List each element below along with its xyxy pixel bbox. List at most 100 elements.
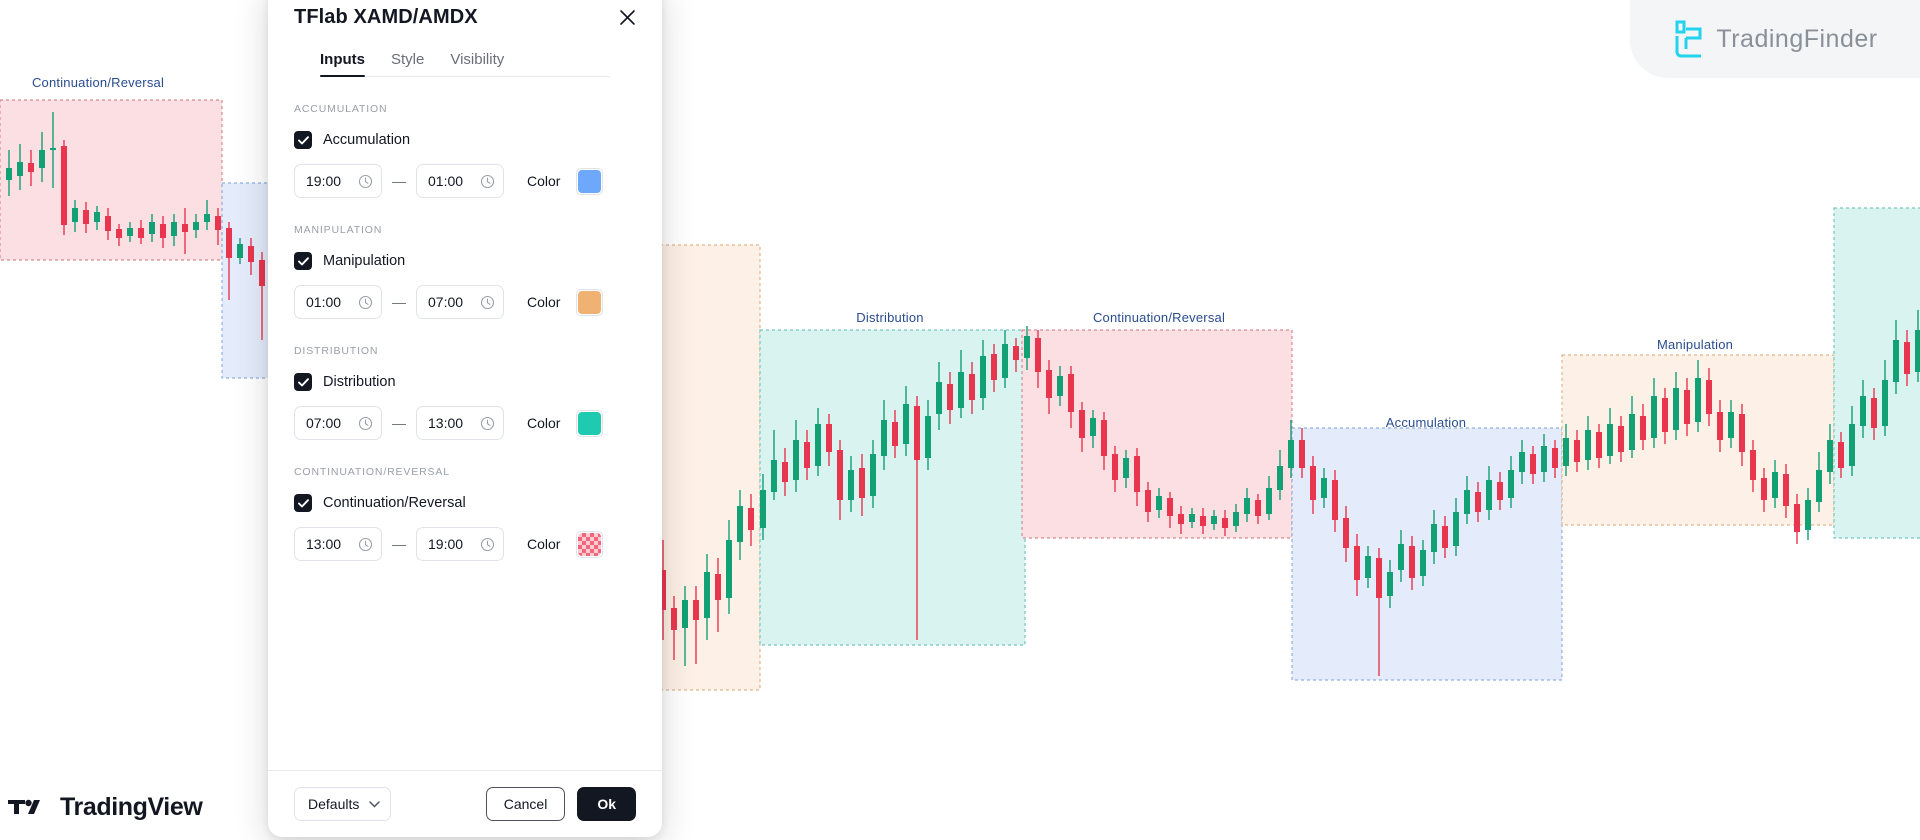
end-time-value-accumulation: 01:00 <box>428 173 464 189</box>
candle-body <box>1860 396 1866 426</box>
section-heading-distribution: DISTRIBUTION <box>294 345 379 357</box>
start-time-value-manipulation: 01:00 <box>306 294 342 310</box>
candle-body <box>1211 516 1217 524</box>
close-glyph <box>619 9 635 25</box>
zone-label: Distribution <box>856 310 924 325</box>
candle-body <box>1200 516 1206 526</box>
candle-body <box>969 374 975 400</box>
candle-body <box>1783 474 1789 506</box>
candle-body <box>237 244 243 258</box>
defaults-dropdown[interactable]: Defaults <box>294 787 392 821</box>
candle-body <box>1266 488 1272 514</box>
checkbox-distribution[interactable] <box>294 373 312 391</box>
checkbox-label-distribution: Distribution <box>323 374 396 390</box>
zone-label: Accumulation <box>1385 415 1467 430</box>
candle-body <box>1838 442 1844 468</box>
clock-icon <box>358 537 373 551</box>
candle-body <box>704 572 710 618</box>
clock-icon <box>480 295 495 309</box>
start-time-input-accumulation[interactable]: 19:00 <box>294 164 382 198</box>
candle-body <box>1717 412 1723 440</box>
candle-body <box>1431 524 1437 552</box>
candle-body <box>936 382 942 414</box>
candle-body <box>6 168 12 180</box>
candle-body <box>1244 498 1250 514</box>
candle-body <box>947 384 953 410</box>
session-zone[interactable] <box>0 99 223 261</box>
start-time-input-manipulation[interactable]: 01:00 <box>294 285 382 319</box>
candle-body <box>1772 472 1778 498</box>
checkbox-label-accumulation: Accumulation <box>323 132 411 148</box>
candle-body <box>1442 526 1448 548</box>
candle-body <box>1651 396 1657 438</box>
check-icon <box>297 256 309 265</box>
color-swatch-distribution[interactable] <box>576 409 604 437</box>
clock-icon <box>480 174 495 188</box>
candle-body <box>1321 478 1327 498</box>
candle-body <box>1585 430 1591 460</box>
checkbox-accumulation[interactable] <box>294 131 312 149</box>
start-time-value-accumulation: 19:00 <box>306 173 342 189</box>
dialog-title: TFlab XAMD/AMDX <box>294 6 478 28</box>
candle-body <box>1574 440 1580 462</box>
range-separator: — <box>392 536 406 552</box>
ok-button[interactable]: Ok <box>577 787 636 821</box>
end-time-input-manipulation[interactable]: 07:00 <box>416 285 504 319</box>
color-swatch-manipulation[interactable] <box>576 288 604 316</box>
checkbox-label-continuation-reversal: Continuation/Reversal <box>323 495 466 511</box>
checkbox-row-continuation-reversal: Continuation/Reversal <box>294 494 636 512</box>
close-icon[interactable] <box>614 4 640 30</box>
candle-body <box>1805 500 1811 530</box>
checkbox-manipulation[interactable] <box>294 252 312 270</box>
time-range-row-continuation-reversal: 13:00 — 19:00 Color <box>294 527 636 561</box>
color-label-accumulation: Color <box>527 173 561 189</box>
candle-body <box>1508 470 1514 498</box>
clock-icon <box>480 416 495 430</box>
check-icon <box>297 498 309 507</box>
checkbox-continuation-reversal[interactable] <box>294 494 312 512</box>
candle-body <box>1409 546 1415 578</box>
tab-style[interactable]: Style <box>391 51 424 77</box>
cancel-button[interactable]: Cancel <box>485 787 566 821</box>
candle-body <box>693 600 699 620</box>
candle-body <box>1024 336 1030 358</box>
candle-body <box>1343 518 1349 548</box>
candle-body <box>715 574 721 600</box>
candle-body <box>1002 344 1008 378</box>
tab-visibility[interactable]: Visibility <box>450 51 504 77</box>
checkbox-row-accumulation: Accumulation <box>294 131 636 149</box>
candle-body <box>1728 412 1734 438</box>
candle-body <box>1112 454 1118 480</box>
defaults-label: Defaults <box>308 796 360 812</box>
start-time-value-distribution: 07:00 <box>306 415 342 431</box>
candle-body <box>726 540 732 598</box>
candle-body <box>138 228 144 238</box>
section-heading-accumulation: ACCUMULATION <box>294 103 388 115</box>
end-time-value-distribution: 13:00 <box>428 415 464 431</box>
candle-body <box>815 424 821 466</box>
start-time-input-continuation-reversal[interactable]: 13:00 <box>294 527 382 561</box>
color-label-manipulation: Color <box>527 294 561 310</box>
chevron-down-icon <box>369 800 381 808</box>
candle-body <box>1310 466 1316 500</box>
candle-body <box>748 508 754 530</box>
candle-body <box>116 229 122 238</box>
candle-body <box>182 224 188 232</box>
tab-inputs[interactable]: Inputs <box>320 51 365 77</box>
tradingfinder-logo-icon <box>1675 20 1702 58</box>
end-time-value-continuation-reversal: 19:00 <box>428 536 464 552</box>
dialog-footer: Defaults Cancel Ok <box>268 770 662 837</box>
color-swatch-accumulation[interactable] <box>576 167 604 195</box>
candle-body <box>1068 374 1074 412</box>
end-time-input-distribution[interactable]: 13:00 <box>416 406 504 440</box>
start-time-value-continuation-reversal: 13:00 <box>306 536 342 552</box>
end-time-input-accumulation[interactable]: 01:00 <box>416 164 504 198</box>
candle-body <box>1596 432 1602 458</box>
color-swatch-continuation-reversal[interactable] <box>576 530 604 558</box>
candle-body <box>1750 450 1756 480</box>
check-icon <box>297 135 309 144</box>
candle-body <box>248 246 254 262</box>
end-time-input-continuation-reversal[interactable]: 19:00 <box>416 527 504 561</box>
end-time-value-manipulation: 07:00 <box>428 294 464 310</box>
start-time-input-distribution[interactable]: 07:00 <box>294 406 382 440</box>
